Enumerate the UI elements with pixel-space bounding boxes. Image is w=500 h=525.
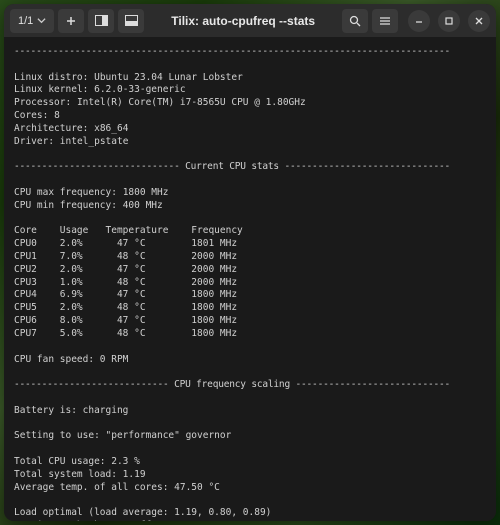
load-optimal-line: Load optimal (load average: 1.19, 0.80, …: [14, 507, 271, 518]
cores-line: Cores: 8: [14, 110, 60, 121]
sys-load-line: Total system load: 1.19: [14, 469, 146, 480]
plus-icon: [65, 15, 77, 27]
driver-line: Driver: intel_pstate: [14, 136, 128, 147]
battery-line: Battery is: charging: [14, 405, 128, 416]
search-icon: [349, 15, 361, 27]
search-button[interactable]: [342, 9, 368, 33]
dash-line: ----------------------------------------…: [14, 46, 450, 57]
close-icon: [474, 16, 484, 26]
menu-button[interactable]: [372, 9, 398, 33]
hamburger-icon: [379, 15, 391, 27]
maximize-button[interactable]: [438, 10, 460, 32]
fan-speed: CPU fan speed: 0 RPM: [14, 354, 128, 365]
chevron-down-icon: [37, 16, 46, 25]
arch-line: Architecture: x86_64: [14, 123, 128, 134]
distro-line: Linux distro: Ubuntu 23.04 Lunar Lobster: [14, 72, 243, 83]
window-controls: [408, 10, 490, 32]
cpu-max-freq: CPU max frequency: 1800 MHz: [14, 187, 168, 198]
tab-counter[interactable]: 1/1: [10, 9, 54, 33]
avg-temp-line: Average temp. of all cores: 47.50 °C: [14, 482, 220, 493]
close-button[interactable]: [468, 10, 490, 32]
kernel-line: Linux kernel: 6.2.0-33-generic: [14, 84, 186, 95]
titlebar: 1/1 Tilix: auto-cpufreq --stats: [4, 4, 496, 38]
split-right-button[interactable]: [88, 9, 114, 33]
processor-line: Processor: Intel(R) Core(TM) i7-8565U CP…: [14, 97, 306, 108]
split-down-button[interactable]: [118, 9, 144, 33]
turbo-line: setting turbo boost: off: [14, 520, 151, 521]
terminal-body[interactable]: ----------------------------------------…: [4, 38, 496, 521]
minimize-button[interactable]: [408, 10, 430, 32]
section-stats-header: ------------------------------ Current C…: [14, 161, 450, 172]
governor-line: Setting to use: "performance" governor: [14, 430, 231, 441]
cpu-usage-line: Total CPU usage: 2.3 %: [14, 456, 140, 467]
section-scaling-header: ---------------------------- CPU frequen…: [14, 379, 450, 390]
split-right-icon: [95, 15, 108, 26]
maximize-icon: [444, 16, 454, 26]
add-tab-button[interactable]: [58, 9, 84, 33]
window-title: Tilix: auto-cpufreq --stats: [148, 14, 338, 28]
split-down-icon: [125, 15, 138, 26]
table-body: CPU0 2.0% 47 °C 1801 MHz CPU1 7.0% 48 °C…: [14, 238, 237, 339]
tab-count-label: 1/1: [18, 15, 33, 27]
minimize-icon: [414, 16, 424, 26]
cpu-min-freq: CPU min frequency: 400 MHz: [14, 200, 163, 211]
terminal-window: 1/1 Tilix: auto-cpufreq --stats: [4, 4, 496, 521]
table-header: Core Usage Temperature Frequency: [14, 225, 243, 236]
